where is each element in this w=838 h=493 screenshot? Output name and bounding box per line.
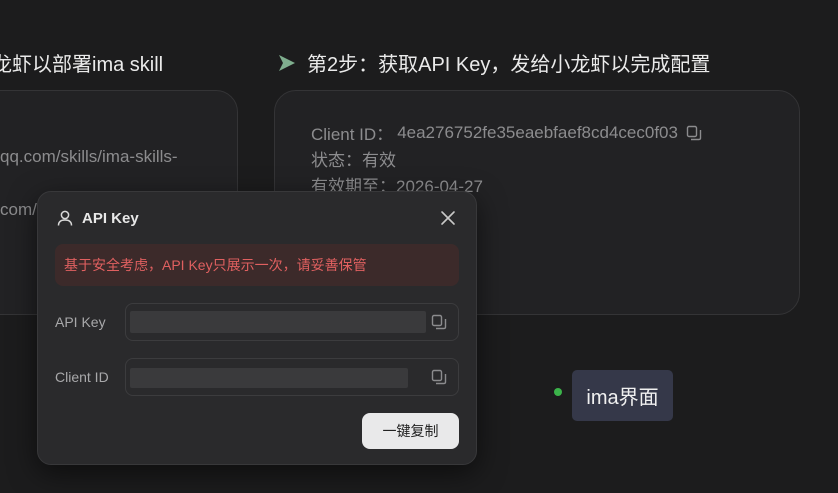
client-id-line: Client ID： 4ea276752fe35eaebfaef8cd4cec0… — [311, 120, 702, 145]
api-key-row: API Key — [55, 303, 459, 341]
status-line: 状态：有效 — [311, 146, 396, 171]
modal-header: API Key — [56, 207, 458, 229]
close-button[interactable] — [438, 208, 458, 228]
api-key-value-masked — [130, 311, 426, 333]
status-label: 状态： — [311, 151, 362, 170]
modal-title: API Key — [82, 209, 139, 227]
copy-icon[interactable] — [431, 314, 447, 330]
client-id-value: 4ea276752fe35eaebfaef8cd4cec0f03 — [397, 122, 678, 142]
client-id-field-label: Client ID — [55, 369, 109, 385]
step2-title: 第2步：获取API Key，发给小龙虾以完成配置 — [307, 54, 711, 76]
send-arrow-icon — [279, 54, 295, 71]
ima-ui-tag: ima界面 — [572, 370, 673, 421]
step2-heading: 第2步：获取API Key，发给小龙虾以完成配置 — [277, 48, 710, 77]
user-icon — [57, 210, 73, 226]
status-value: 有效 — [362, 151, 396, 170]
skill-url-line2[interactable]: com/ — [0, 200, 37, 220]
copy-all-button[interactable]: 一键复制 — [362, 413, 459, 449]
api-key-field[interactable] — [125, 303, 459, 341]
client-id-row: Client ID — [55, 358, 459, 396]
copy-icon[interactable] — [431, 369, 447, 385]
skill-url-line1[interactable]: qq.com/skills/ima-skills- — [0, 147, 178, 167]
page: 龙虾以部署ima skill 第2步：获取API Key，发给小龙虾以完成配置 … — [0, 0, 838, 493]
client-id-label: Client ID： — [311, 125, 394, 144]
api-key-label: API Key — [55, 314, 106, 330]
status-dot — [554, 388, 562, 396]
api-key-modal: API Key 基于安全考虑，API Key只展示一次，请妥善保管 API Ke… — [37, 191, 477, 465]
client-id-value-masked — [130, 368, 408, 388]
security-warning: 基于安全考虑，API Key只展示一次，请妥善保管 — [55, 244, 459, 286]
client-id-field[interactable] — [125, 358, 459, 396]
step1-title: 龙虾以部署ima skill — [0, 54, 164, 76]
close-icon — [441, 211, 455, 225]
copy-icon[interactable] — [686, 125, 702, 141]
